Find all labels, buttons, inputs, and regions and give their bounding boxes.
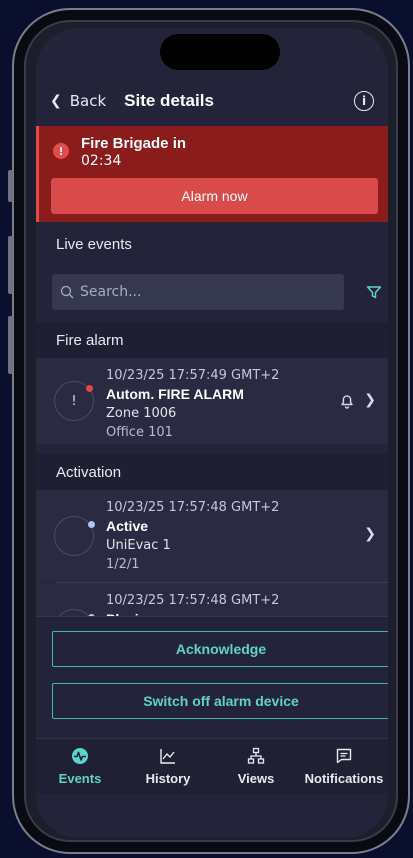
back-button[interactable]: ❮ Back	[50, 92, 106, 110]
side-button-volume-up	[8, 236, 13, 294]
search-bar	[52, 274, 344, 310]
info-icon[interactable]: i	[354, 91, 374, 111]
live-events-heading: Live events	[56, 236, 132, 253]
search-icon	[60, 285, 74, 299]
search-input[interactable]	[80, 284, 330, 300]
tab-label: History	[145, 771, 191, 786]
status-dot	[88, 521, 95, 528]
countdown-timer: 02:34	[81, 153, 122, 169]
network-icon	[247, 747, 265, 764]
event-row-fire-alarm[interactable]: ! 10/23/25 17:57:49 GMT+2 Autom. FIRE AL…	[36, 358, 388, 444]
event-name: Autom. FIRE ALARM	[106, 386, 244, 402]
top-bar: ❮ Back Site details i	[36, 80, 388, 122]
side-button-mute	[8, 170, 13, 202]
event-location: Office 101	[106, 425, 173, 440]
event-timestamp: 10/23/25 17:57:48 GMT+2	[106, 500, 280, 515]
tab-history[interactable]: History	[124, 739, 212, 794]
tab-label: Notifications	[304, 771, 384, 786]
app-screen: ❮ Back Site details i ! Fire Brigade in …	[36, 28, 388, 838]
line-chart-icon	[160, 749, 175, 764]
fire-brigade-banner: ! Fire Brigade in 02:34 Alarm now	[36, 126, 388, 222]
event-timestamp: 10/23/25 17:57:48 GMT+2	[106, 593, 280, 608]
tab-label: Events	[58, 771, 102, 786]
group-header-fire-alarm: Fire alarm	[36, 322, 388, 358]
pulse-icon	[72, 748, 88, 764]
group-header-activation: Activation	[36, 454, 388, 490]
dynamic-island	[160, 34, 280, 70]
action-panel: Acknowledge Switch off alarm device	[36, 616, 388, 736]
filter-icon[interactable]	[366, 284, 382, 300]
side-button-volume-down	[8, 316, 13, 374]
event-address: 1/2/1	[106, 557, 140, 572]
status-dot	[86, 385, 93, 392]
event-row-active[interactable]: 10/23/25 17:57:48 GMT+2 Active UniEvac 1…	[36, 490, 388, 582]
tab-label: Views	[237, 771, 275, 786]
alert-icon: !	[53, 143, 69, 159]
acknowledge-button[interactable]: Acknowledge	[52, 631, 388, 667]
back-label: Back	[69, 92, 107, 110]
event-zone: Zone 1006	[106, 406, 177, 421]
event-name: Active	[106, 518, 149, 534]
message-icon	[336, 748, 352, 764]
banner-title: Fire Brigade in	[81, 135, 187, 152]
event-device: UniEvac 1	[106, 538, 171, 553]
chevron-left-icon: ❮	[50, 93, 62, 109]
bell-icon[interactable]	[338, 392, 356, 410]
switch-off-alarm-button[interactable]: Switch off alarm device	[52, 683, 388, 719]
page-title: Site details	[124, 91, 214, 110]
alarm-now-button[interactable]: Alarm now	[51, 178, 378, 214]
event-timestamp: 10/23/25 17:57:49 GMT+2	[106, 368, 280, 383]
tab-views[interactable]: Views	[212, 739, 300, 794]
bottom-tab-bar: Events History Views Notifications	[36, 738, 388, 794]
chevron-right-icon: ❯	[364, 526, 376, 542]
tab-events[interactable]: Events	[36, 739, 124, 794]
chevron-right-icon: ❯	[364, 392, 376, 408]
tab-notifications[interactable]: Notifications	[300, 739, 388, 794]
